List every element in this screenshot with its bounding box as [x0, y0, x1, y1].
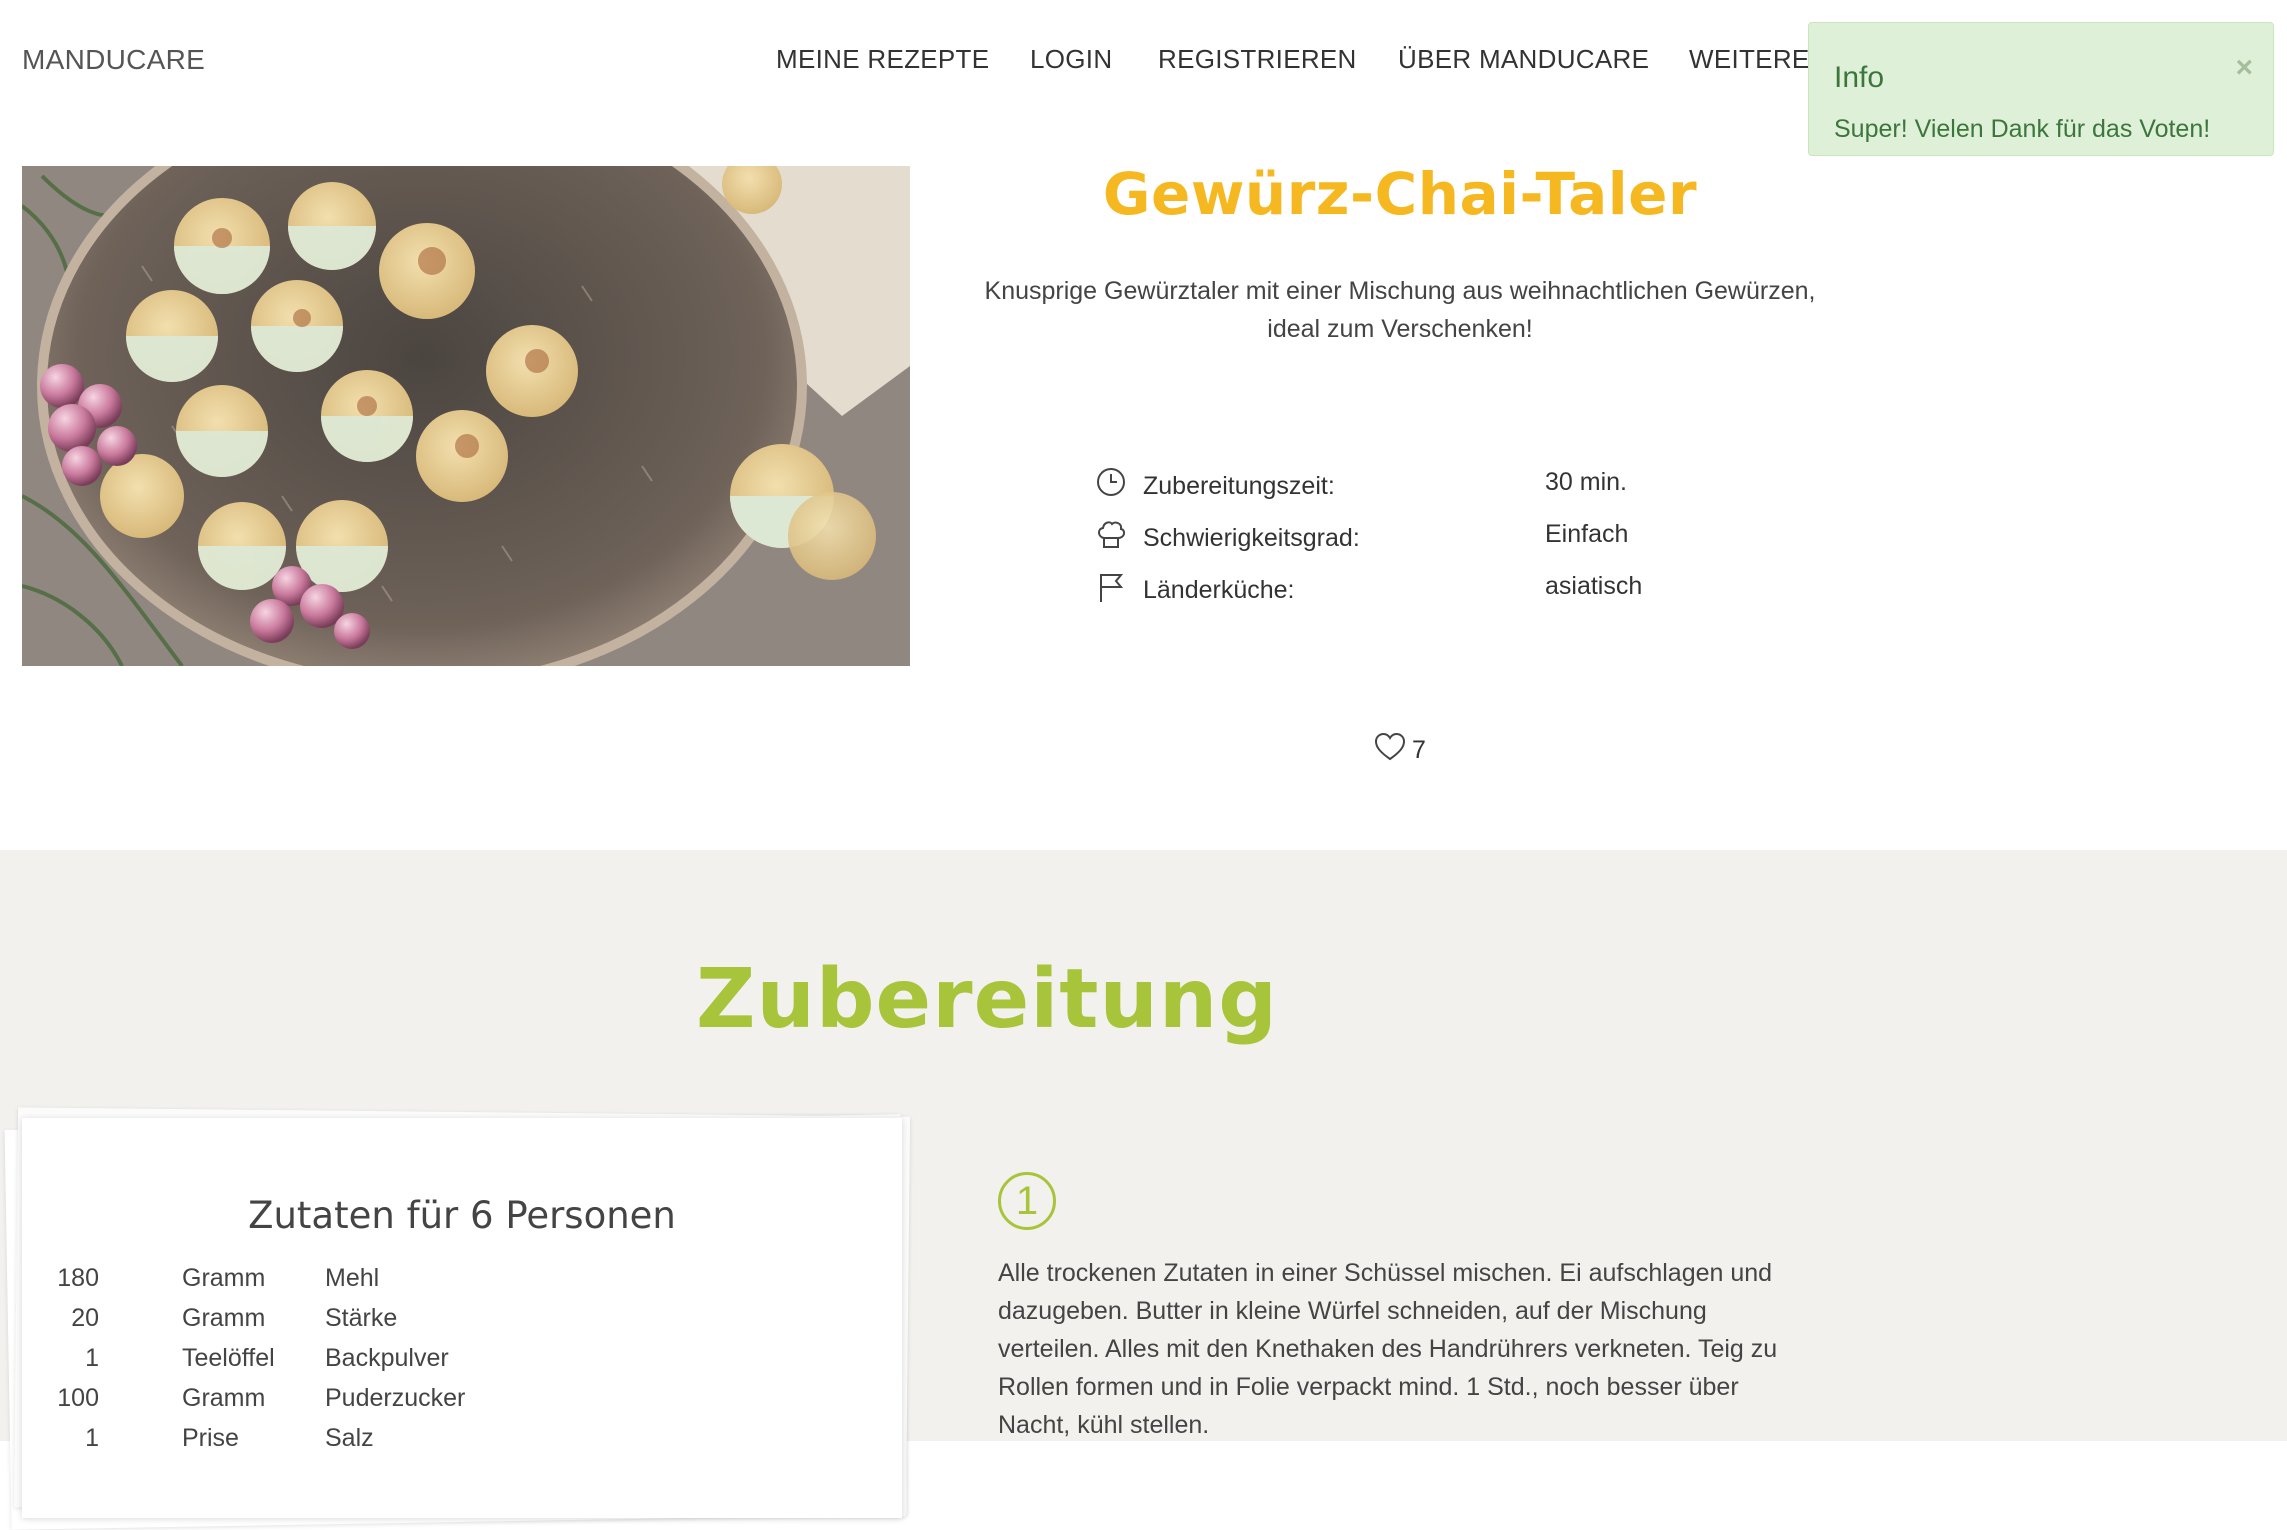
- step-text-line: Alle trockenen Zutaten in einer Schüssel…: [998, 1259, 1773, 1287]
- ingredient-row: 100 Gramm Puderzucker: [22, 1384, 822, 1424]
- likes-count: 7: [1412, 736, 1426, 764]
- ingredient-qty: 1: [85, 1344, 99, 1372]
- ingredient-row: 180 Gramm Mehl: [22, 1264, 822, 1304]
- meta-value: 30 min.: [1545, 468, 1627, 496]
- ingredient-row: 20 Gramm Stärke: [22, 1304, 822, 1344]
- meta-label: Länderküche:: [1143, 576, 1295, 604]
- ingredient-name: Salz: [325, 1424, 374, 1452]
- ingredient-qty: 20: [71, 1304, 99, 1332]
- ingredients-card: Zutaten für 6 Personen 180 Gramm Mehl 20…: [22, 1118, 902, 1518]
- ingredient-qty: 1: [85, 1424, 99, 1452]
- clock-icon: [1095, 466, 1127, 500]
- chef-hat-icon: [1095, 518, 1127, 552]
- ingredient-name: Backpulver: [325, 1344, 449, 1372]
- nav-item-weitere[interactable]: WEITERE: [1689, 44, 1810, 75]
- toast-title: Info: [1834, 61, 1885, 94]
- meta-value: Einfach: [1545, 520, 1629, 548]
- step-text-line: Rollen formen und in Folie verpackt mind…: [998, 1373, 1739, 1401]
- ingredient-name: Puderzucker: [325, 1384, 466, 1412]
- ingredient-name: Stärke: [325, 1304, 398, 1332]
- ingredient-qty: 180: [57, 1264, 99, 1292]
- nav-item-registrieren[interactable]: REGISTRIEREN: [1158, 44, 1357, 75]
- ingredient-row: 1 Teelöffel Backpulver: [22, 1344, 822, 1384]
- preparation-section: Zubereitung Zutaten für 6 Personen 180 G…: [0, 850, 2287, 1530]
- close-icon[interactable]: ×: [2235, 53, 2253, 83]
- brand-logo[interactable]: MANDUCARE: [22, 44, 205, 76]
- step-text: Alle trockenen Zutaten in einer Schüssel…: [998, 1254, 1828, 1444]
- recipe-subtitle-line: Knusprige Gewürztaler mit einer Mischung…: [984, 277, 1816, 305]
- step-text-line: verteilen. Alles mit den Knethaken des H…: [998, 1335, 1778, 1363]
- ingredient-row: 1 Prise Salz: [22, 1424, 822, 1464]
- ingredients-heading: Zutaten für 6 Personen: [248, 1194, 676, 1237]
- cookies-photo-illustration: [22, 166, 910, 666]
- recipe-title: Gewürz-Chai-Taler: [1102, 160, 1698, 228]
- meta-label: Schwierigkeitsgrad:: [1143, 524, 1360, 552]
- ingredient-unit: Gramm: [182, 1384, 266, 1412]
- nav-item-meine-rezepte[interactable]: MEINE REZEPTE: [776, 44, 989, 75]
- ingredient-unit: Gramm: [182, 1264, 266, 1292]
- step-text-line: Nacht, kühl stellen.: [998, 1411, 1210, 1439]
- flag-icon: [1095, 570, 1127, 604]
- step-number-badge: 1: [998, 1172, 1056, 1230]
- nav-item-login[interactable]: LOGIN: [1030, 44, 1112, 75]
- ingredient-name: Mehl: [325, 1264, 380, 1292]
- meta-row-cuisine: Länderküche: asiatisch: [1095, 570, 1795, 610]
- meta-row-difficulty: Schwierigkeitsgrad: Einfach: [1095, 518, 1795, 558]
- toast-message: Super! Vielen Dank für das Voten!: [1834, 115, 2211, 143]
- ingredient-unit: Gramm: [182, 1304, 266, 1332]
- nav-item-ueber-manducare[interactable]: ÜBER MANDUCARE: [1398, 44, 1649, 75]
- step-text-line: dazugeben. Butter in kleine Würfel schne…: [998, 1297, 1707, 1325]
- heart-icon[interactable]: [1374, 732, 1406, 762]
- recipe-subtitle: Knusprige Gewürztaler mit einer Mischung…: [960, 272, 1840, 348]
- ingredient-qty: 100: [57, 1384, 99, 1412]
- preparation-heading: Zubereitung: [696, 952, 1278, 1047]
- info-toast: Info Super! Vielen Dank für das Voten! ×: [1808, 22, 2274, 156]
- ingredient-unit: Prise: [182, 1424, 239, 1452]
- meta-row-time: Zubereitungszeit: 30 min.: [1095, 466, 1795, 506]
- ingredient-unit: Teelöffel: [182, 1344, 275, 1372]
- recipe-subtitle-line: ideal zum Verschenken!: [1267, 315, 1533, 343]
- meta-value: asiatisch: [1545, 572, 1643, 600]
- recipe-photo: [22, 166, 910, 666]
- meta-label: Zubereitungszeit:: [1143, 472, 1335, 500]
